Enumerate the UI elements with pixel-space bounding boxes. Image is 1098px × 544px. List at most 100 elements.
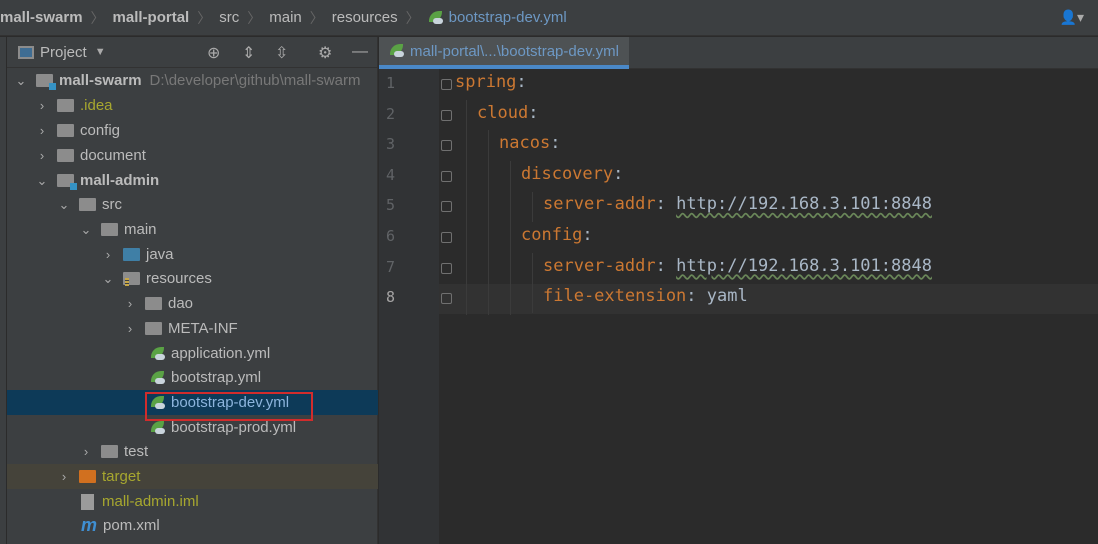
yaml-value: http://192.168.3.101:8848: [676, 194, 932, 215]
tree-item[interactable]: test: [124, 443, 148, 460]
fold-marker-icon[interactable]: [441, 232, 452, 243]
fold-marker-icon[interactable]: [441, 109, 452, 121]
highlight-box: [145, 392, 313, 421]
yaml-colon: :: [655, 255, 677, 276]
code-line: cloud:: [477, 103, 538, 123]
yaml-key: config: [521, 225, 583, 245]
line-number: 3: [386, 135, 396, 154]
editor-tab[interactable]: mall-portal\...\bootstrap-dev.yml: [379, 37, 629, 69]
chevron-right-icon[interactable]: ›: [35, 98, 49, 113]
folder-icon: [145, 322, 162, 335]
yaml-key: server-addr: [543, 255, 656, 276]
line-number: 8: [386, 288, 396, 307]
chevron-right-icon[interactable]: ›: [35, 148, 49, 163]
tree-item[interactable]: META-INF: [168, 320, 238, 337]
tree-item[interactable]: main: [124, 221, 157, 238]
breadcrumb-item[interactable]: main: [269, 9, 302, 26]
spring-yaml-icon: [150, 420, 166, 435]
fold-marker-icon[interactable]: [441, 293, 452, 305]
chevron-right-icon[interactable]: ›: [101, 247, 115, 262]
yaml-key: discovery: [521, 163, 614, 184]
spring-yaml-icon: [428, 10, 444, 25]
chevron-right-icon[interactable]: ›: [57, 469, 71, 484]
code-line: server-addr: http://192.168.3.101:8848: [543, 194, 932, 214]
line-number: 4: [386, 165, 396, 184]
line-number: 5: [386, 196, 396, 215]
tree-item[interactable]: mall-swarm: [59, 72, 142, 89]
yaml-colon: :: [686, 286, 707, 307]
fold-marker-icon[interactable]: [441, 201, 452, 213]
tree-item[interactable]: config: [80, 122, 120, 139]
code-line: config:: [521, 225, 593, 245]
tree-item[interactable]: bootstrap-prod.yml: [171, 419, 296, 436]
tree-item[interactable]: mall-admin: [80, 172, 159, 189]
code-line: discovery:: [521, 164, 623, 184]
spring-yaml-icon: [150, 370, 166, 385]
folder-icon: [145, 297, 162, 310]
spring-yaml-icon: [389, 44, 405, 58]
yaml-value: http://192.168.3.101:8848: [676, 255, 932, 276]
yaml-colon: :: [613, 163, 624, 184]
collapse-all-icon[interactable]: ⇳: [275, 43, 288, 63]
chevron-down-icon[interactable]: ⌄: [14, 73, 28, 89]
tree-item[interactable]: .idea: [80, 97, 113, 114]
user-icon[interactable]: 👤▾: [1060, 9, 1084, 26]
yaml-colon: :: [582, 225, 593, 245]
tree-item[interactable]: resources: [146, 270, 212, 287]
excluded-folder-icon: [79, 470, 96, 483]
chevron-down-icon[interactable]: ⌄: [79, 222, 93, 238]
tree-item[interactable]: bootstrap.yml: [171, 369, 261, 386]
breadcrumb-item[interactable]: resources: [332, 9, 398, 26]
tree-item[interactable]: mall-admin.iml: [102, 493, 199, 510]
yaml-colon: :: [516, 72, 527, 92]
tree-item[interactable]: java: [146, 246, 174, 263]
chevron-down-icon[interactable]: ⌄: [35, 173, 49, 189]
yaml-value: yaml: [706, 286, 748, 307]
chevron-down-icon[interactable]: ⌄: [57, 197, 71, 213]
project-title[interactable]: Project: [40, 44, 87, 61]
breadcrumb-item[interactable]: mall-swarm: [0, 9, 83, 26]
gear-icon[interactable]: ⚙: [318, 43, 332, 63]
line-number: 7: [386, 257, 396, 276]
yaml-key: cloud: [477, 102, 529, 123]
spring-yaml-icon: [150, 346, 166, 361]
maven-icon: m: [81, 515, 98, 535]
fold-marker-icon[interactable]: [441, 79, 452, 90]
breadcrumb: mall-swarm 〉 mall-portal 〉 src 〉 main 〉 reso…: [0, 0, 1098, 36]
chevron-right-icon[interactable]: ›: [35, 123, 49, 138]
fold-marker-icon[interactable]: [441, 170, 452, 182]
tree-item[interactable]: src: [102, 196, 122, 213]
yaml-key: spring: [455, 72, 517, 92]
locate-icon[interactable]: ⊕: [207, 43, 220, 63]
yaml-key: server-addr: [543, 194, 656, 215]
tree-item[interactable]: document: [80, 147, 146, 164]
code-line: spring:: [455, 72, 527, 92]
tree-item[interactable]: dao: [168, 295, 193, 312]
source-folder-icon: [123, 248, 140, 261]
breadcrumb-item[interactable]: bootstrap-dev.yml: [449, 9, 567, 26]
line-number: 2: [386, 104, 396, 123]
fold-marker-icon[interactable]: [441, 140, 452, 152]
minimize-icon[interactable]: —: [352, 43, 368, 61]
tool-window-strip: [0, 37, 7, 544]
breadcrumb-item[interactable]: src: [219, 9, 239, 26]
chevron-down-icon[interactable]: ▼: [95, 46, 106, 58]
tree-item-path: D:\developer\github\mall-swarm: [149, 72, 361, 89]
breadcrumb-item[interactable]: mall-portal: [113, 9, 190, 26]
folder-icon: [57, 99, 74, 112]
chevron-right-icon[interactable]: ›: [123, 296, 137, 311]
tree-item[interactable]: pom.xml: [103, 517, 160, 534]
expand-all-icon[interactable]: ⇕: [242, 43, 255, 63]
chevron-down-icon[interactable]: ⌄: [101, 271, 115, 287]
line-number: 1: [386, 74, 396, 92]
editor-tab-label: mall-portal\...\bootstrap-dev.yml: [410, 42, 619, 60]
tree-item[interactable]: target: [102, 468, 140, 485]
tree-item[interactable]: application.yml: [171, 345, 270, 362]
resources-folder-icon: [123, 272, 140, 287]
chevron-right-icon[interactable]: ›: [79, 444, 93, 459]
yaml-colon: :: [550, 133, 561, 154]
yaml-colon: :: [655, 194, 677, 215]
chevron-right-icon[interactable]: ›: [123, 321, 137, 336]
fold-marker-icon[interactable]: [441, 262, 452, 274]
iml-file-icon: [81, 493, 94, 510]
